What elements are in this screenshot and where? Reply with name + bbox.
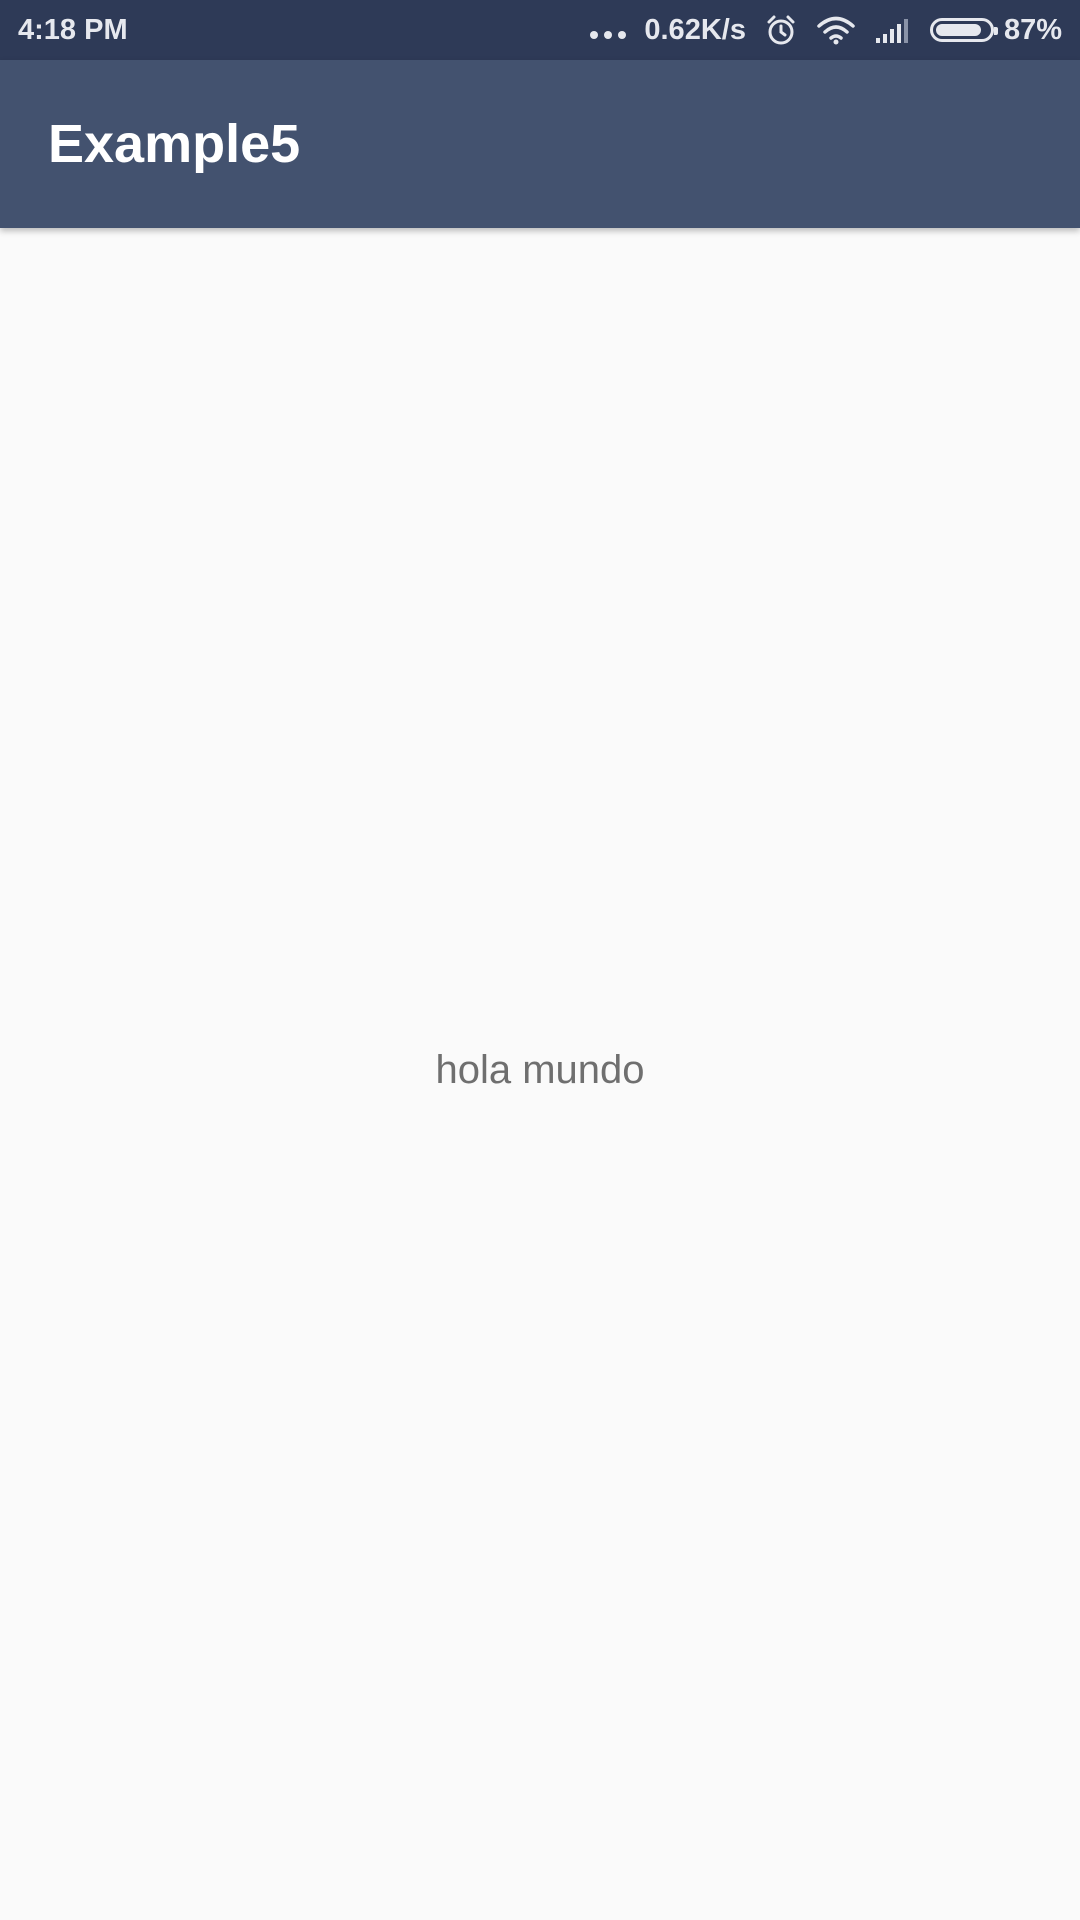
alarm-icon: [764, 13, 798, 47]
battery-percent: 87%: [1003, 13, 1062, 46]
signal-icon: [874, 16, 912, 44]
hello-text: hola mundo: [435, 1048, 645, 1092]
status-indicators: 0.62K/s 87%: [590, 13, 1062, 47]
app-title: Example5: [48, 114, 301, 174]
app-bar: Example5: [0, 60, 1080, 228]
status-bar: 4:18 PM 0.62K/s 87%: [0, 0, 1080, 60]
battery-icon: [929, 18, 998, 42]
network-speed: 0.62K/s: [644, 13, 746, 46]
wifi-icon: [816, 15, 856, 45]
status-time: 4:18 PM: [18, 13, 128, 46]
battery-status: 87%: [929, 13, 1062, 47]
more-dots-icon: [590, 31, 627, 39]
main-content: hola mundo: [0, 228, 1080, 1920]
